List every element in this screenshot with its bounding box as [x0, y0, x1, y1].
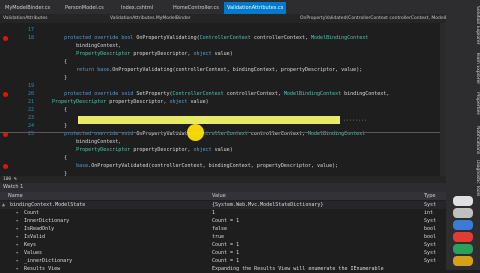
expand-icon[interactable]: ▸ — [16, 265, 19, 273]
watch-value: Expanding the Results View will enumerat… — [212, 266, 384, 272]
expand-icon[interactable]: ▸ — [16, 249, 19, 257]
expand-icon[interactable]: ▸ — [16, 209, 19, 217]
watch-type: Syst — [424, 202, 437, 208]
watch-row[interactable]: ▸ Results View Expanding the Results View … — [0, 265, 446, 273]
code-line[interactable]: protected override bool OnPropertyValida… — [40, 34, 368, 42]
sidebar-tab-notifications[interactable]: Notifications — [446, 126, 480, 154]
watch-value: false — [212, 226, 228, 232]
expand-icon[interactable]: ▸ — [16, 233, 19, 241]
watch-value: Count = 1 — [212, 218, 240, 224]
watch-name: Keys — [24, 242, 37, 248]
sidebar-tab-properties[interactable]: Properties — [446, 92, 480, 115]
watch-type: int — [424, 210, 434, 216]
breakpoint-icon[interactable] — [3, 164, 8, 169]
watch-value: Count = 1 — [212, 250, 240, 256]
class-dropdown[interactable]: ValidationAttributes.MyModelBinder — [110, 14, 191, 23]
line-number: 19 — [27, 83, 34, 89]
line-number: 22 — [27, 107, 34, 113]
code-line[interactable]: { — [40, 154, 67, 162]
expand-icon[interactable]: ▸ — [16, 257, 19, 265]
watch-name: IsReadOnly — [24, 226, 55, 232]
tab-mymodelbinder-cs[interactable]: MyModelBinder.cs — [2, 2, 53, 14]
watch-type: Syst — [424, 242, 437, 248]
watch-value: true — [212, 234, 225, 240]
code-line[interactable]: } — [40, 122, 67, 130]
taskbar-app-icon[interactable] — [453, 244, 473, 254]
breakpoint-icon[interactable] — [3, 92, 8, 97]
watch-row[interactable]: ▸ IsValid true bool — [0, 233, 446, 241]
taskbar-app-icon[interactable] — [453, 232, 473, 242]
watch-name: InnerDictionary — [24, 218, 70, 224]
tab-validationattributes-cs[interactable]: ValidationAttributes.cs — [224, 2, 287, 14]
taskbar-app-icon[interactable] — [453, 256, 473, 266]
code-line[interactable]: PropertyDescriptor propertyDescriptor, o… — [40, 98, 209, 106]
current-statement-highlight — [78, 116, 340, 124]
watch-name: bindingContext.ModelState — [10, 202, 86, 208]
code-line[interactable]: { — [40, 106, 67, 114]
watch-type: bool — [424, 234, 437, 240]
watch-row[interactable]: ▸ InnerDictionary Count = 1 Syst — [0, 217, 446, 225]
watch-type: Syst — [424, 218, 437, 224]
code-line[interactable]: protected override void SetProperty(Cont… — [40, 90, 389, 98]
right-tool-sidebar: Solution Explorer Team Explorer Properties… — [446, 0, 480, 270]
watch-name: IsValid — [24, 234, 46, 240]
watch-value: Count = 1 — [212, 258, 240, 264]
taskbar-app-icon[interactable] — [453, 196, 473, 206]
column-type[interactable]: Type — [424, 192, 435, 200]
expand-icon[interactable]: ▸ — [16, 217, 19, 225]
column-name[interactable]: Name — [8, 192, 23, 200]
line-number: 21 — [27, 99, 34, 105]
taskbar-app-icon[interactable] — [453, 220, 473, 230]
namespace-dropdown[interactable]: ValidationAttributes — [3, 14, 47, 23]
current-line-marker — [0, 132, 446, 133]
watch-row[interactable]: ▸ Values Count = 1 Syst — [0, 249, 446, 257]
code-line[interactable]: { — [40, 58, 67, 66]
code-line[interactable]: PropertyDescriptor propertyDescriptor, o… — [40, 146, 233, 154]
watch-header: Name Value Type — [0, 192, 446, 200]
watch-type: Syst — [424, 258, 437, 264]
watch-row[interactable]: ▸ _innerDictionary Count = 1 Syst — [0, 257, 446, 265]
watch-row[interactable]: ▸ IsReadOnly false bool — [0, 225, 446, 233]
sidebar-tab-solution-explorer[interactable]: Solution Explorer — [446, 6, 480, 45]
column-value[interactable]: Value — [212, 192, 226, 200]
expand-icon[interactable]: ▸ — [16, 241, 19, 249]
watch-type: bool — [424, 226, 437, 232]
breakpoint-icon[interactable] — [3, 36, 8, 41]
zoom-level[interactable]: 100 % — [3, 176, 17, 183]
line-number: 17 — [27, 27, 34, 33]
watch-type: Syst — [424, 250, 437, 256]
code-editor[interactable]: 17 18 protected override bool OnPropertyV… — [0, 23, 446, 182]
watch-row[interactable]: ▸ Keys Count = 1 Syst — [0, 241, 446, 249]
watch-name: _innerDictionary — [24, 258, 73, 264]
watch-name: Results View — [24, 266, 61, 272]
line-number: 24 — [27, 123, 34, 129]
tab-homecontroller-cs[interactable]: HomeController.cs — [170, 2, 222, 14]
code-line[interactable]: bindingContext, — [40, 138, 121, 146]
ellipsis-marker: ········ — [343, 118, 368, 124]
code-line[interactable]: bindingContext, — [40, 42, 121, 50]
mouse-cursor-highlight — [187, 124, 204, 141]
sidebar-tab-diagnostic-tools[interactable]: Diagnostic Tools — [446, 160, 480, 196]
line-number: 23 — [27, 115, 34, 121]
watch-window-title: Watch 1 — [0, 183, 446, 192]
watch-name: Count — [24, 210, 40, 216]
watch-name: Values — [24, 250, 43, 256]
collapse-icon[interactable]: ▲ — [2, 201, 5, 209]
expand-icon[interactable]: ▸ — [16, 225, 19, 233]
watch-row[interactable]: ▲ bindingContext.ModelState {System.Web.Mv… — [0, 201, 446, 209]
code-line[interactable]: return base.OnPropertyValidating(control… — [40, 66, 362, 74]
code-line[interactable]: } — [40, 74, 67, 82]
code-line[interactable]: base.OnPropertyValidated(controllerConte… — [40, 162, 338, 170]
code-line[interactable]: PropertyDescriptor propertyDescriptor, o… — [40, 50, 233, 58]
tab-index-cshtml[interactable]: Index.cshtml — [118, 2, 156, 14]
watch-value: {System.Web.Mvc.ModelStateDictionary} — [212, 202, 324, 208]
editor-status-row: 100 % — [0, 176, 446, 183]
tab-personmodel-cs[interactable]: PersonModel.cs — [62, 2, 107, 14]
watch-row[interactable]: ▸ Count 1 int — [0, 209, 446, 217]
watch-title-text: Watch 1 — [3, 184, 24, 190]
watch-value: Count = 1 — [212, 242, 240, 248]
sidebar-tab-team-explorer[interactable]: Team Explorer — [446, 52, 480, 84]
watch-value: 1 — [212, 210, 216, 216]
taskbar-app-icon[interactable] — [453, 208, 473, 218]
